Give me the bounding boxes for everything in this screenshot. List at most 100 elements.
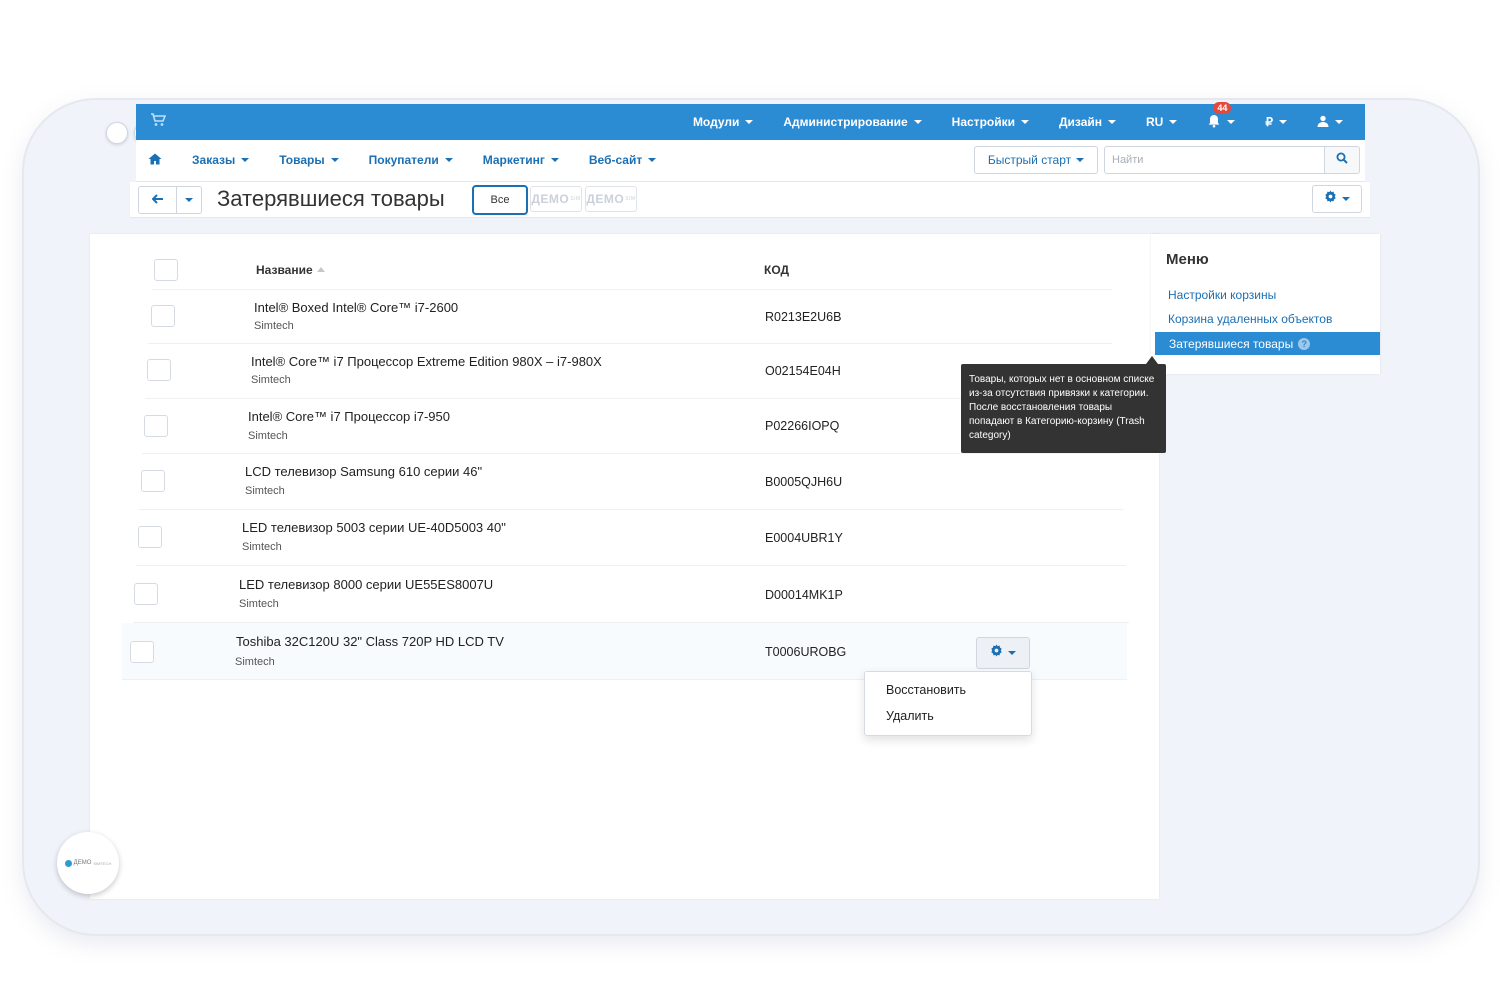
product-code: R0213E2U6B xyxy=(765,310,842,324)
row-actions-button[interactable] xyxy=(976,637,1030,669)
gear-icon xyxy=(990,644,1003,662)
home-icon[interactable] xyxy=(148,153,162,168)
language-selector[interactable]: RU xyxy=(1146,115,1178,129)
caret-down-icon xyxy=(330,158,339,162)
tooltip: Товары, которых нет в основном списке из… xyxy=(961,356,1166,453)
product-vendor: Simtech xyxy=(248,430,288,442)
row-checkbox[interactable] xyxy=(144,415,168,437)
demo-tab-sup: SIM xyxy=(570,196,581,202)
product-name[interactable]: LCD телевизор Samsung 610 серии 46" xyxy=(245,464,482,479)
notifications-button[interactable]: 44 xyxy=(1207,101,1236,131)
topnav-label: Дизайн xyxy=(1058,115,1103,129)
page-header: Затерявшиеся товары Все ДЕМО SIM ДЕМО SIM xyxy=(130,182,1370,218)
caret-down-icon xyxy=(1227,120,1236,124)
row-checkbox[interactable] xyxy=(141,470,165,492)
row-checkbox[interactable] xyxy=(138,526,162,548)
nav-label: Маркетинг xyxy=(482,153,545,167)
product-vendor: Simtech xyxy=(251,374,291,386)
table-row[interactable]: LED телевизор 8000 серии UE55ES8007U Sim… xyxy=(133,566,1129,623)
nav-label: Покупатели xyxy=(368,153,439,167)
sort-arrow-icon xyxy=(316,267,325,272)
demo-tab-label: ДЕМО xyxy=(531,192,570,206)
table-row[interactable]: LCD телевизор Samsung 610 серии 46" Simt… xyxy=(139,454,1123,510)
product-name[interactable]: LED телевизор 5003 серии UE-40D5003 40" xyxy=(242,520,506,535)
product-name[interactable]: Intel® Boxed Intel® Core™ i7-2600 xyxy=(254,300,458,315)
nav-marketing[interactable]: Маркетинг xyxy=(483,153,559,167)
product-code: P02266IOPQ xyxy=(765,419,840,433)
product-vendor: Simtech xyxy=(242,541,282,553)
nav-orders[interactable]: Заказы xyxy=(192,153,250,167)
quick-start-button[interactable]: Быстрый старт xyxy=(974,146,1098,174)
demo-tab[interactable]: ДЕМО SIM xyxy=(530,186,582,212)
demo-logo: ДЕМО SIMTECH xyxy=(57,832,119,894)
product-name[interactable]: Intel® Core™ i7 Процессор Extreme Editio… xyxy=(251,354,602,369)
topnav-label: RU xyxy=(1146,115,1164,129)
row-checkbox[interactable] xyxy=(147,359,171,381)
product-vendor: Simtech xyxy=(239,598,279,610)
user-menu[interactable] xyxy=(1317,115,1343,130)
product-code: E0004UBR1Y xyxy=(765,531,843,545)
search-icon xyxy=(1336,151,1348,169)
product-name[interactable]: LED телевизор 8000 серии UE55ES8007U xyxy=(239,577,493,592)
demo-tab[interactable]: ДЕМО SIM xyxy=(585,186,637,212)
topnav-label: Модули xyxy=(692,115,740,129)
product-code: B0005QJH6U xyxy=(765,475,843,489)
caret-down-icon xyxy=(444,158,453,162)
topnav-label: Администрирование xyxy=(783,115,908,129)
caret-down-icon xyxy=(1342,197,1350,201)
row-checkbox[interactable] xyxy=(130,641,154,663)
notification-badge: 44 xyxy=(1213,101,1232,114)
sidebar-item-cart-settings[interactable]: Настройки корзины xyxy=(1168,288,1276,302)
back-button[interactable] xyxy=(139,187,177,213)
sidebar-item-label: Затерявшиеся товары xyxy=(1169,336,1294,351)
row-actions-menu: Восстановить Удалить xyxy=(864,671,1032,736)
table-header: Название КОД xyxy=(152,234,1112,290)
sidebar-item-trash[interactable]: Корзина удаленных объектов xyxy=(1168,312,1332,326)
product-name[interactable]: Intel® Core™ i7 Процессор i7-950 xyxy=(248,409,450,424)
sidebar-title: Меню xyxy=(1166,251,1209,268)
caret-down-icon xyxy=(1169,120,1178,124)
arrow-left-icon xyxy=(151,191,164,209)
nav-products[interactable]: Товары xyxy=(279,153,339,167)
caret-down-icon xyxy=(1279,120,1287,124)
cart-icon[interactable] xyxy=(150,113,167,132)
topnav-design[interactable]: Дизайн xyxy=(1058,115,1117,129)
sidebar-item-lost-products[interactable]: Затерявшиеся товары ? xyxy=(1155,332,1380,355)
nav-website[interactable]: Веб-сайт xyxy=(588,153,657,167)
restore-menu-item[interactable]: Восстановить xyxy=(886,683,966,697)
row-checkbox[interactable] xyxy=(151,305,175,327)
topnav-modules[interactable]: Модули xyxy=(692,115,754,129)
logo-subtext: SIMTECH xyxy=(93,860,112,866)
column-header-code[interactable]: КОД xyxy=(764,263,789,277)
currency-selector[interactable]: ₽ xyxy=(1265,115,1287,129)
nav-label: Веб-сайт xyxy=(588,153,643,167)
column-header-name[interactable]: Название xyxy=(256,263,325,277)
user-icon xyxy=(1317,115,1329,130)
nav-label: Заказы xyxy=(192,153,236,167)
search-button[interactable] xyxy=(1324,146,1360,174)
page-settings-button[interactable] xyxy=(1312,185,1362,213)
search-input[interactable] xyxy=(1104,146,1324,174)
question-icon[interactable]: ? xyxy=(1298,337,1311,350)
table-row[interactable]: Intel® Boxed Intel® Core™ i7-2600 Simtec… xyxy=(148,290,1112,344)
select-all-checkbox[interactable] xyxy=(154,259,178,281)
table-row[interactable]: LED телевизор 5003 серии UE-40D5003 40" … xyxy=(136,510,1126,566)
row-checkbox[interactable] xyxy=(134,583,158,605)
tab-all[interactable]: Все xyxy=(472,185,528,215)
caret-down-icon xyxy=(1008,651,1016,655)
column-header-label: Название xyxy=(256,263,313,277)
product-code: D00014MK1P xyxy=(765,588,843,602)
topnav-administration[interactable]: Администрирование xyxy=(783,115,922,129)
caret-down-icon xyxy=(648,158,657,162)
delete-menu-item[interactable]: Удалить xyxy=(886,709,934,723)
nav-customers[interactable]: Покупатели xyxy=(369,153,453,167)
caret-down-icon xyxy=(745,120,754,124)
back-dropdown-toggle[interactable] xyxy=(177,187,201,213)
topnav-settings[interactable]: Настройки xyxy=(952,115,1029,129)
product-name[interactable]: Toshiba 32C120U 32" Class 720P HD LCD TV xyxy=(236,634,504,649)
bell-icon xyxy=(1207,114,1221,131)
caret-down-icon xyxy=(1020,120,1029,124)
page-title: Затерявшиеся товары xyxy=(217,186,445,211)
caret-down-icon xyxy=(913,120,922,124)
window-dot[interactable] xyxy=(106,122,128,144)
